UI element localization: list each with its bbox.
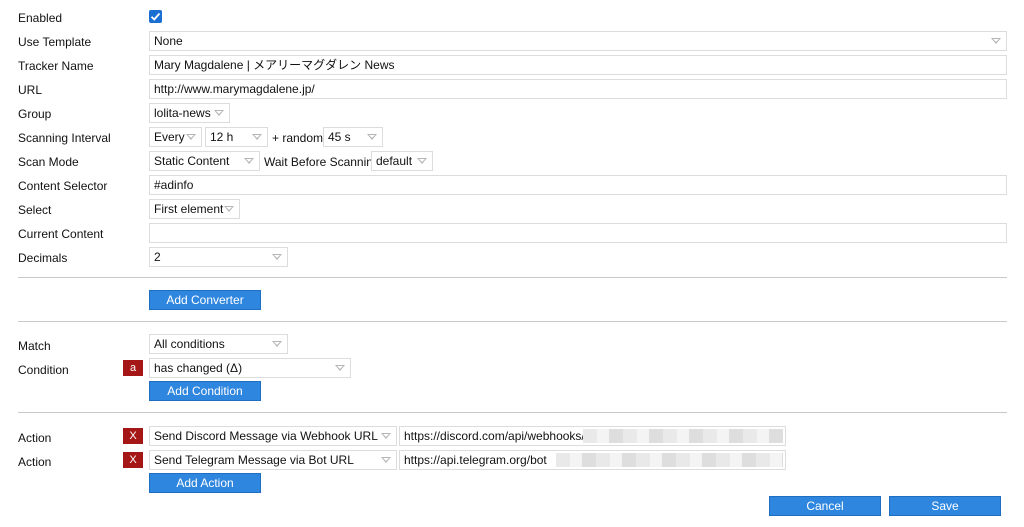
action-label: Action [18, 455, 52, 469]
save-button[interactable]: Save [889, 496, 1001, 516]
group-select[interactable]: lolita-news [149, 103, 230, 123]
wait-before-scanning-value: default [376, 154, 413, 168]
decimals-value: 2 [154, 250, 161, 264]
enabled-label: Enabled [18, 11, 63, 25]
check-icon [150, 12, 161, 21]
chevron-down-icon [272, 341, 282, 347]
interval-random-select[interactable]: 45 s [323, 127, 383, 147]
condition-select[interactable]: has changed (Δ) [149, 358, 351, 378]
interval-value: 12 h [210, 130, 234, 144]
scanning-interval-label: Scanning Interval [18, 131, 111, 145]
tracker-name-input[interactable]: Mary Magdalene | メアリーマグダレン News [149, 55, 1007, 75]
chevron-down-icon [214, 110, 224, 116]
remove-action-button[interactable]: X [123, 428, 143, 444]
add-condition-button[interactable]: Add Condition [149, 381, 261, 401]
use-template-label: Use Template [18, 35, 92, 49]
decimals-select[interactable]: 2 [149, 247, 288, 267]
scan-mode-label: Scan Mode [18, 155, 79, 169]
condition-label: Condition [18, 363, 69, 377]
use-template-value: None [154, 34, 183, 48]
use-template-select[interactable]: None [149, 31, 1007, 51]
wait-before-scanning-label: Wait Before Scanning [264, 155, 380, 169]
scan-mode-value: Static Content [154, 154, 230, 168]
action-type-value: Send Telegram Message via Bot URL [154, 453, 354, 467]
chevron-down-icon [335, 365, 345, 371]
chevron-down-icon [367, 134, 377, 140]
interval-random-value: 45 s [328, 130, 351, 144]
chevron-down-icon [224, 206, 234, 212]
plus-random-label: + random [272, 131, 324, 145]
url-label: URL [18, 83, 43, 97]
select-element-value: First element [154, 202, 224, 216]
chevron-down-icon [272, 254, 282, 260]
chevron-down-icon [381, 433, 391, 439]
chevron-down-icon [252, 134, 262, 140]
current-content-field [149, 223, 1007, 243]
condition-id-badge[interactable]: a [123, 360, 143, 376]
match-value: All conditions [154, 337, 225, 351]
divider [18, 321, 1007, 322]
interval-value-select[interactable]: 12 h [205, 127, 268, 147]
divider [18, 412, 1007, 413]
divider [18, 277, 1007, 278]
condition-value: has changed (Δ) [154, 361, 243, 375]
decimals-label: Decimals [18, 251, 68, 265]
interval-every-value: Every [154, 130, 185, 144]
tracker-name-label: Tracker Name [18, 59, 94, 73]
select-label: Select [18, 203, 52, 217]
content-selector-label: Content Selector [18, 179, 108, 193]
chevron-down-icon [381, 457, 391, 463]
chevron-down-icon [244, 158, 254, 164]
match-select[interactable]: All conditions [149, 334, 288, 354]
action-url-value: https://api.telegram.org/bot [404, 453, 547, 467]
content-selector-input[interactable]: #adinfo [149, 175, 1007, 195]
cancel-button[interactable]: Cancel [769, 496, 881, 516]
add-converter-button[interactable]: Add Converter [149, 290, 261, 310]
chevron-down-icon [991, 38, 1001, 44]
url-input[interactable]: http://www.marymagdalene.jp/ [149, 79, 1007, 99]
scan-mode-select[interactable]: Static Content [149, 151, 260, 171]
action-type-select[interactable]: Send Discord Message via Webhook URL [149, 426, 397, 446]
match-label: Match [18, 339, 51, 353]
wait-before-scanning-select[interactable]: default [371, 151, 433, 171]
group-value: lolita-news [154, 106, 211, 120]
action-url-value: https://discord.com/api/webhooks/ [404, 429, 585, 443]
add-action-button[interactable]: Add Action [149, 473, 261, 493]
interval-every-select[interactable]: Every [149, 127, 202, 147]
current-content-label: Current Content [18, 227, 104, 241]
redacted-token [556, 453, 783, 467]
action-type-value: Send Discord Message via Webhook URL [154, 429, 378, 443]
remove-action-button[interactable]: X [123, 452, 143, 468]
redacted-token [583, 429, 783, 443]
action-type-select[interactable]: Send Telegram Message via Bot URL [149, 450, 397, 470]
select-element-select[interactable]: First element [149, 199, 240, 219]
chevron-down-icon [417, 158, 427, 164]
action-label: Action [18, 431, 52, 445]
enabled-checkbox[interactable] [149, 10, 162, 23]
chevron-down-icon [186, 134, 196, 140]
group-label: Group [18, 107, 52, 121]
